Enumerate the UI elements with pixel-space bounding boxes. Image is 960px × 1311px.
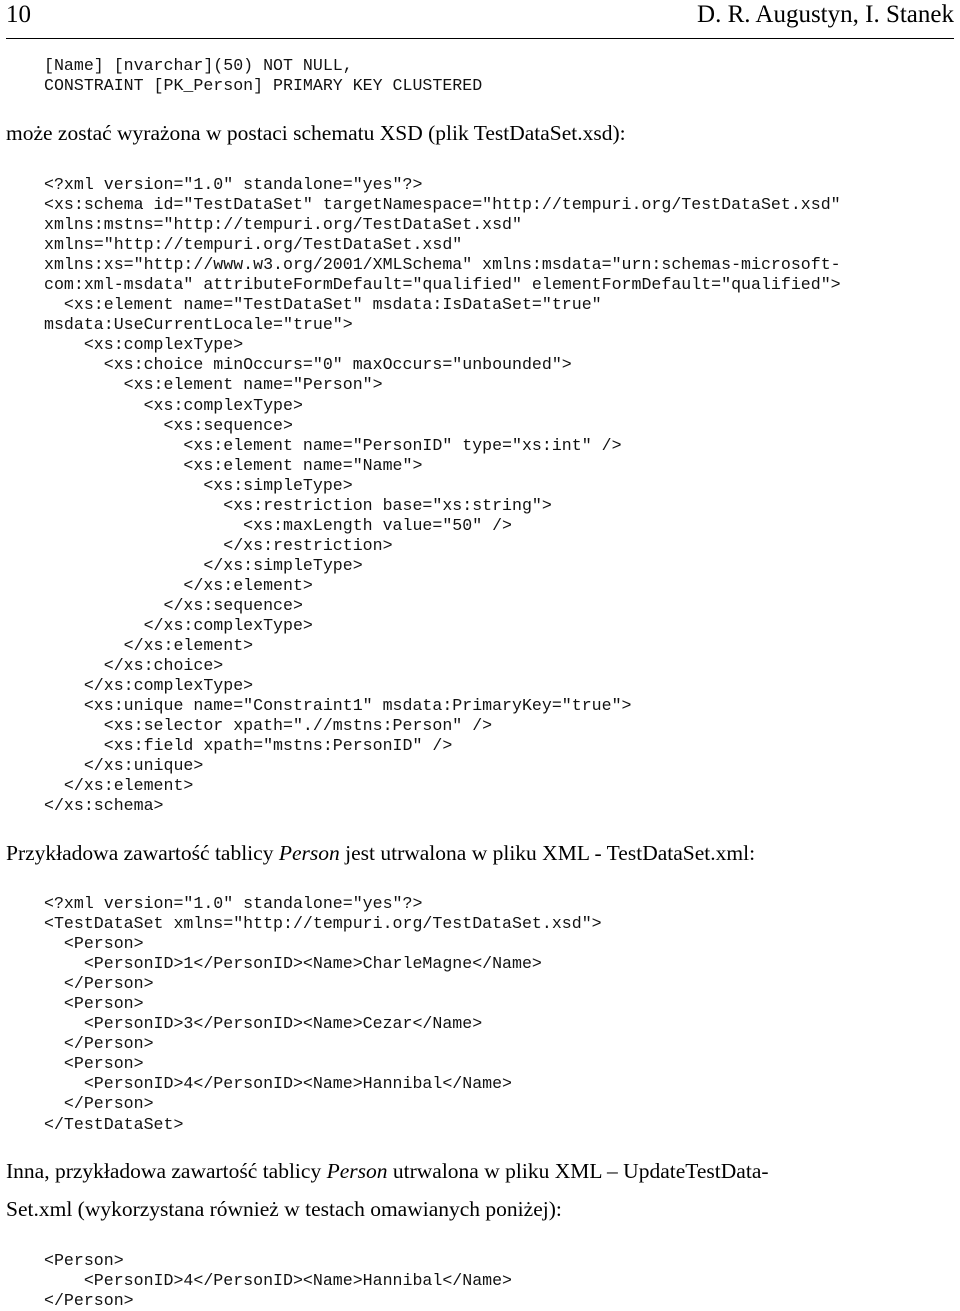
- code-line: <xs:choice minOccurs="0" maxOccurs="unbo…: [44, 355, 572, 375]
- code-block-update-xml: <Person> <PersonID>4</PersonID><Name>Han…: [44, 1251, 512, 1311]
- code-line: <xs:restriction base="xs:string">: [44, 495, 552, 515]
- code-line: </xs:restriction>: [44, 535, 393, 555]
- code-line: </xs:complexType>: [44, 616, 313, 636]
- code-line: <xs:element name="PersonID" type="xs:int…: [44, 435, 622, 455]
- code-line: <Person>: [44, 934, 144, 954]
- code-line: xmlns="http://tempuri.org/TestDataSet.xs…: [44, 235, 463, 255]
- text: utrwalona w pliku XML – UpdateTestData-: [387, 1159, 769, 1183]
- text: Przykładowa zawartość tablicy: [6, 841, 279, 865]
- code-line: </xs:sequence>: [44, 595, 303, 615]
- code-line: <PersonID>3</PersonID><Name>Cezar</Name>: [44, 1014, 483, 1034]
- code-block-xsd: <?xml version="1.0" standalone="yes"?> <x…: [44, 175, 841, 817]
- code-line: </xs:element>: [44, 636, 254, 656]
- code-line: <xs:schema id="TestDataSet" targetNamesp…: [44, 195, 841, 215]
- table-name-emphasis: Person: [278, 841, 340, 865]
- code-line: <?xml version="1.0" standalone="yes"?>: [44, 175, 423, 194]
- code-line: <xs:maxLength value="50" />: [44, 515, 513, 535]
- code-line: </Person>: [44, 974, 154, 994]
- code-line: <xs:selector xpath=".//mstns:Person" />: [44, 716, 493, 736]
- code-line: </xs:complexType>: [44, 676, 254, 696]
- code-line: </Person>: [44, 1291, 134, 1311]
- table-name-emphasis: Person: [326, 1159, 388, 1183]
- code-line: </xs:simpleType>: [44, 555, 363, 575]
- code-line: <xs:simpleType>: [44, 475, 353, 495]
- text: jest utrwalona w pliku XML - TestDataSet…: [339, 841, 756, 865]
- code-line: </xs:element>: [44, 776, 194, 796]
- code-line: </xs:element>: [44, 575, 313, 595]
- running-head-authors: D. R. Augustyn, I. Stanek: [697, 1, 954, 28]
- code-line: </Person>: [44, 1094, 154, 1114]
- code-line: [Name] [nvarchar](50) NOT NULL,: [44, 56, 353, 75]
- paragraph-update-intro: Inna, przykładowa zawartość tablicy Pers…: [6, 1152, 954, 1228]
- code-line: <xs:element name="TestDataSet" msdata:Is…: [44, 295, 602, 315]
- code-line: </TestDataSet>: [44, 1114, 184, 1134]
- code-line: <xs:sequence>: [44, 415, 293, 435]
- code-line: <PersonID>4</PersonID><Name>Hannibal</Na…: [44, 1271, 513, 1291]
- code-line: <PersonID>1</PersonID><Name>CharleMagne<…: [44, 954, 542, 974]
- code-line: xmlns:mstns="http://tempuri.org/TestData…: [44, 215, 522, 235]
- page-number: 10: [6, 1, 31, 28]
- paragraph-xsd-intro: może zostać wyrażona w postaci schematu …: [6, 121, 626, 145]
- paragraph-line-2: Set.xml (wykorzystana również w testach …: [6, 1197, 562, 1221]
- code-line: xmlns:xs="http://www.w3.org/2001/XMLSche…: [44, 255, 841, 275]
- code-line: </xs:choice>: [44, 656, 224, 676]
- code-line: <Person>: [44, 994, 144, 1014]
- code-line: <xs:element name="Person">: [44, 375, 383, 395]
- code-line: <PersonID>4</PersonID><Name>Hannibal</Na…: [44, 1074, 513, 1094]
- code-block-xml: <?xml version="1.0" standalone="yes"?> <T…: [44, 894, 602, 1135]
- code-line: <xs:element name="Name">: [44, 455, 423, 475]
- code-line: </xs:unique>: [44, 756, 204, 776]
- code-line: <xs:complexType>: [44, 395, 303, 415]
- code-line: msdata:UseCurrentLocale="true">: [44, 315, 353, 335]
- text: Inna, przykładowa zawartość tablicy: [6, 1159, 327, 1183]
- code-line: </Person>: [44, 1034, 154, 1054]
- code-line: <xs:field xpath="mstns:PersonID" />: [44, 736, 453, 756]
- code-block-sql: [Name] [nvarchar](50) NOT NULL, CONSTRAIN…: [44, 56, 482, 96]
- paragraph-xml-intro: Przykładowa zawartość tablicy Person jes…: [6, 834, 954, 872]
- code-line: <Person>: [44, 1054, 144, 1074]
- code-line: <TestDataSet xmlns="http://tempuri.org/T…: [44, 914, 602, 934]
- code-line: <xs:unique name="Constraint1" msdata:Pri…: [44, 696, 632, 716]
- paragraph-line-1: Inna, przykładowa zawartość tablicy Pers…: [6, 1152, 954, 1190]
- code-line: <Person>: [44, 1251, 124, 1270]
- page-header: 10 D. R. Augustyn, I. Stanek: [6, 0, 954, 39]
- code-line: </xs:schema>: [44, 796, 164, 816]
- code-line: com:xml-msdata" attributeFormDefault="qu…: [44, 275, 841, 295]
- code-line: CONSTRAINT [PK_Person] PRIMARY KEY CLUST…: [44, 76, 483, 96]
- code-line: <xs:complexType>: [44, 335, 244, 355]
- code-line: <?xml version="1.0" standalone="yes"?>: [44, 894, 423, 913]
